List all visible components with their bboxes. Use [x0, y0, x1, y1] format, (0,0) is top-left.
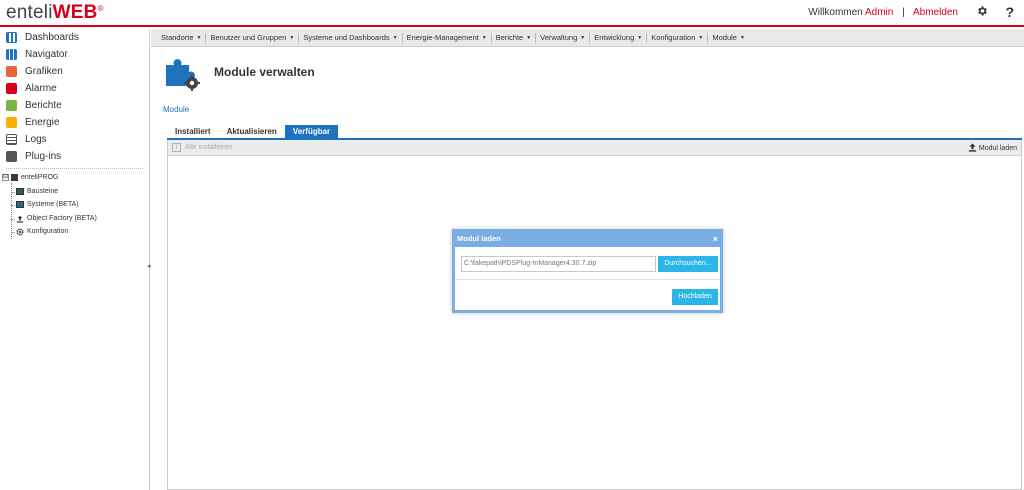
- tab-verfuegbar[interactable]: Verfügbar: [284, 125, 339, 139]
- modules-panel: ↓ Alle installieren Modul laden: [167, 140, 1022, 490]
- user-link[interactable]: Admin: [865, 7, 893, 18]
- sidebar-item-berichte[interactable]: Berichte: [0, 97, 149, 114]
- logs-icon: [6, 134, 17, 145]
- chevron-down-icon: ▼: [481, 34, 487, 41]
- chevron-down-icon: ▼: [289, 34, 295, 41]
- tree-node-konfiguration[interactable]: Konfiguration: [0, 225, 149, 239]
- main-menu: Standorte ▼ Benutzer und Gruppen ▼ Systeme u…: [151, 29, 1024, 47]
- tab-aktualisieren[interactable]: Aktualisieren: [219, 125, 285, 139]
- navigator-icon: [6, 49, 17, 60]
- sidebar-item-logs[interactable]: Logs: [0, 131, 149, 148]
- sidebar-item-navigator[interactable]: Navigator: [0, 46, 149, 63]
- browse-button[interactable]: Durchsuchen...: [658, 256, 718, 272]
- chevron-down-icon: ▼: [392, 34, 398, 41]
- upload-icon: [968, 143, 977, 154]
- file-path-input[interactable]: C:\fakepath\PDSPlug-InManager4.30.7.zip: [461, 256, 656, 272]
- install-icon: ↓: [172, 143, 181, 152]
- tree-node-enteliprog[interactable]: ⊟ enteliPROG: [0, 171, 149, 185]
- chevron-down-icon: ▼: [526, 34, 532, 41]
- menu-item-entwicklung[interactable]: Entwicklung ▼: [590, 32, 648, 43]
- sidebar-item-grafiken[interactable]: Grafiken: [0, 63, 149, 80]
- menu-item-module[interactable]: Module ▼: [708, 33, 749, 43]
- tree-collapse-icon[interactable]: ⊟: [2, 174, 9, 182]
- module-tabs: Installiert Aktualisieren Verfügbar: [167, 125, 339, 139]
- menu-item-standorte[interactable]: Standorte ▼: [157, 32, 207, 43]
- chevron-down-icon: ▼: [739, 34, 745, 41]
- sidebar-item-energie[interactable]: Energie: [0, 114, 149, 131]
- tab-installiert[interactable]: Installiert: [167, 125, 219, 139]
- sidebar-divider: [6, 168, 143, 169]
- sidebar-collapse-handle[interactable]: ◂: [147, 262, 152, 276]
- alarm-icon: [6, 83, 17, 94]
- upload-button[interactable]: Hochladen: [672, 289, 718, 305]
- upload-icon: [16, 215, 24, 223]
- help-icon[interactable]: ?: [1005, 4, 1014, 20]
- tree-node-bausteine[interactable]: Bausteine: [0, 185, 149, 199]
- dialog-body: C:\fakepath\PDSPlug-InManager4.30.7.zip …: [455, 247, 720, 313]
- tree-node-systeme[interactable]: Systeme (BETA): [0, 198, 149, 212]
- menu-item-berichte[interactable]: Berichte ▼: [492, 32, 537, 43]
- plugin-tree: ⊟ enteliPROG Bausteine Systeme (BETA) Ob…: [0, 171, 149, 239]
- dashboard-icon: [6, 32, 17, 43]
- welcome-text: Willkommen: [808, 7, 863, 18]
- upload-module-dialog: Modul laden × C:\fakepath\PDSPlug-InMana…: [452, 229, 723, 313]
- menu-item-verwaltung[interactable]: Verwaltung ▼: [536, 32, 591, 43]
- menu-item-konfiguration[interactable]: Konfiguration ▼: [647, 32, 709, 43]
- menu-item-systeme-und-dashboards[interactable]: Systeme und Dashboards ▼: [299, 32, 403, 43]
- install-all-button[interactable]: ↓ Alle installieren: [172, 143, 232, 152]
- close-icon[interactable]: ×: [713, 232, 718, 246]
- chevron-down-icon: ▼: [698, 34, 704, 41]
- dialog-titlebar[interactable]: Modul laden ×: [455, 232, 720, 247]
- menu-item-benutzer-und-gruppen[interactable]: Benutzer und Gruppen ▼: [206, 32, 300, 43]
- app-window: enteliWEB® Willkommen Admin | Abmelden ?…: [0, 0, 1024, 490]
- upload-module-button[interactable]: Modul laden: [968, 143, 1017, 154]
- gear-icon[interactable]: [976, 4, 988, 20]
- chevron-down-icon: ▼: [637, 34, 643, 41]
- module-toolbar: ↓ Alle installieren Modul laden: [168, 140, 1021, 156]
- dialog-title: Modul laden: [457, 234, 501, 243]
- graphics-icon: [6, 66, 17, 77]
- menu-item-energie-management[interactable]: Energie-Management ▼: [403, 32, 492, 43]
- logout-link[interactable]: Abmelden: [913, 7, 958, 18]
- chevron-down-icon: ▼: [580, 34, 586, 41]
- plugin-icon: [6, 151, 17, 162]
- sidebar-item-dashboards[interactable]: Dashboards: [0, 29, 149, 46]
- energy-icon: [6, 117, 17, 128]
- report-icon: [6, 100, 17, 111]
- enteliweb-logo[interactable]: enteliWEB®: [6, 2, 104, 24]
- sidebar-item-plugins[interactable]: Plug-ins: [0, 148, 149, 165]
- breadcrumb-module[interactable]: Module: [163, 105, 189, 114]
- block-icon: [16, 187, 24, 195]
- enteliprog-icon: [11, 174, 18, 182]
- page-title: Module verwalten: [214, 65, 315, 79]
- tree-node-object-factory[interactable]: Object Factory (BETA): [0, 212, 149, 226]
- sidebar-item-alarme[interactable]: Alarme: [0, 80, 149, 97]
- chevron-down-icon: ▼: [196, 34, 202, 41]
- header-bar: enteliWEB® Willkommen Admin | Abmelden ?: [0, 0, 1024, 27]
- dialog-divider: [455, 279, 720, 280]
- gear-icon: [16, 228, 24, 236]
- sidebar: Dashboards Navigator Grafiken Alarme Ber…: [0, 29, 150, 490]
- header-separator: |: [902, 7, 905, 18]
- monitor-icon: [16, 201, 24, 209]
- user-area: Willkommen Admin | Abmelden: [808, 7, 958, 18]
- module-puzzle-icon: [163, 55, 201, 91]
